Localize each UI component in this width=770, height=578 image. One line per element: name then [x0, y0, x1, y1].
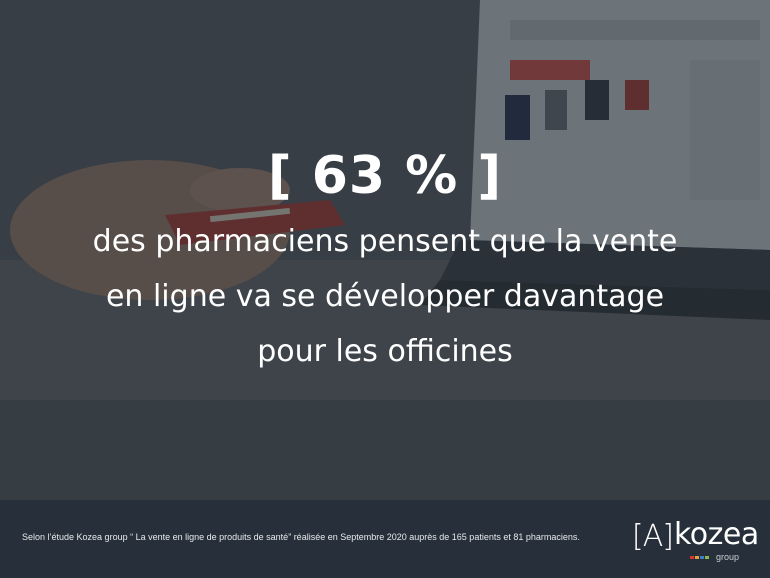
logo-wordmark: kozea [674, 517, 759, 552]
infographic-card: [ 63 % ] des pharmaciens pensent que la … [0, 0, 770, 578]
logo-subtitle: group [716, 552, 740, 562]
footer-bar: Selon l’étude Kozea group “ La vente en … [0, 500, 770, 578]
statistic-statement: des pharmaciens pensent que la vente en … [92, 224, 678, 369]
kozea-group-logo: [A] kozea group [632, 514, 759, 566]
source-note: Selon l’étude Kozea group “ La vente en … [22, 532, 580, 542]
statistic-value: [ 63 % ] [267, 146, 503, 206]
logo-color-dots [690, 556, 714, 560]
logo-bracket-mark: [A] [632, 519, 674, 554]
headline-block: [ 63 % ] des pharmaciens pensent que la … [0, 140, 770, 379]
